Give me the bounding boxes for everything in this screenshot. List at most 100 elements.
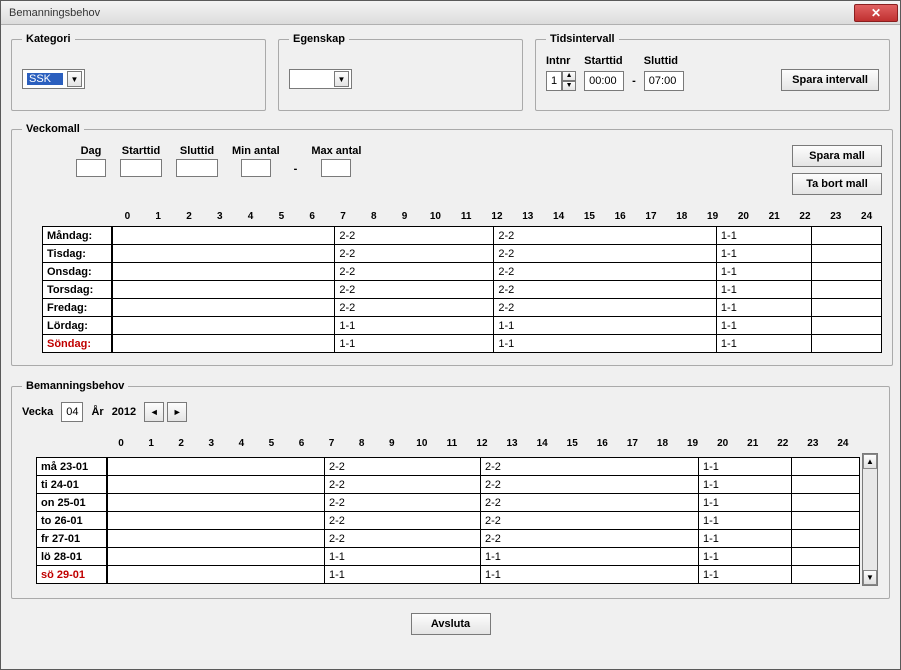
segment-cell[interactable]: 1-1 bbox=[716, 227, 811, 245]
delete-template-button[interactable]: Ta bort mall bbox=[792, 173, 882, 195]
save-template-button[interactable]: Spara mall bbox=[792, 145, 882, 167]
segment-cell[interactable]: 1-1 bbox=[716, 335, 811, 353]
segment-cell[interactable] bbox=[812, 281, 882, 299]
segment-cell[interactable] bbox=[112, 263, 334, 281]
sluttid-field[interactable]: 07:00 bbox=[644, 71, 684, 91]
segment-cell[interactable] bbox=[792, 476, 860, 494]
starttid-field[interactable]: 00:00 bbox=[584, 71, 624, 91]
segment-cell[interactable]: 1-1 bbox=[716, 281, 811, 299]
segment-cell[interactable]: 1-1 bbox=[325, 548, 481, 566]
table-row[interactable]: Lördag:1-11-11-1 bbox=[43, 317, 882, 335]
table-row[interactable]: on 25-012-22-21-1 bbox=[37, 494, 860, 512]
spinner-up-icon[interactable]: ▲ bbox=[562, 71, 576, 81]
segment-cell[interactable]: 1-1 bbox=[699, 494, 792, 512]
table-row[interactable]: ti 24-012-22-21-1 bbox=[37, 476, 860, 494]
table-row[interactable]: Torsdag:2-22-21-1 bbox=[43, 281, 882, 299]
table-row[interactable]: Fredag:2-22-21-1 bbox=[43, 299, 882, 317]
segment-cell[interactable]: 1-1 bbox=[699, 476, 792, 494]
egenskap-select[interactable]: ▼ bbox=[289, 69, 352, 89]
bemann-table[interactable]: må 23-012-22-21-1ti 24-012-22-21-1on 25-… bbox=[36, 457, 860, 584]
segment-cell[interactable]: 1-1 bbox=[716, 245, 811, 263]
segment-cell[interactable]: 2-2 bbox=[325, 494, 481, 512]
spinner-down-icon[interactable]: ▼ bbox=[562, 81, 576, 91]
segment-cell[interactable] bbox=[112, 299, 334, 317]
col-max-field[interactable] bbox=[321, 159, 351, 177]
segment-cell[interactable]: 1-1 bbox=[481, 548, 699, 566]
segment-cell[interactable]: 1-1 bbox=[325, 566, 481, 584]
segment-cell[interactable]: 2-2 bbox=[335, 263, 494, 281]
close-button[interactable]: ✕ bbox=[854, 4, 898, 22]
segment-cell[interactable] bbox=[812, 317, 882, 335]
table-row[interactable]: Tisdag:2-22-21-1 bbox=[43, 245, 882, 263]
segment-cell[interactable]: 1-1 bbox=[335, 317, 494, 335]
segment-cell[interactable] bbox=[112, 245, 334, 263]
segment-cell[interactable] bbox=[812, 299, 882, 317]
segment-cell[interactable] bbox=[792, 530, 860, 548]
col-sluttid-field[interactable] bbox=[176, 159, 218, 177]
segment-cell[interactable]: 1-1 bbox=[716, 299, 811, 317]
segment-cell[interactable] bbox=[792, 512, 860, 530]
segment-cell[interactable]: 2-2 bbox=[325, 476, 481, 494]
veckomall-table[interactable]: Måndag:2-22-21-1Tisdag:2-22-21-1Onsdag:2… bbox=[42, 226, 882, 353]
segment-cell[interactable]: 1-1 bbox=[699, 512, 792, 530]
segment-cell[interactable]: 2-2 bbox=[335, 245, 494, 263]
table-row[interactable]: fr 27-012-22-21-1 bbox=[37, 530, 860, 548]
segment-cell[interactable]: 2-2 bbox=[494, 299, 717, 317]
vecka-field[interactable]: 04 bbox=[61, 402, 83, 422]
close-dialog-button[interactable]: Avsluta bbox=[411, 613, 491, 635]
segment-cell[interactable]: 1-1 bbox=[494, 317, 717, 335]
segment-cell[interactable]: 1-1 bbox=[699, 458, 792, 476]
week-next-button[interactable]: ► bbox=[167, 402, 187, 422]
segment-cell[interactable] bbox=[112, 227, 334, 245]
segment-cell[interactable]: 2-2 bbox=[481, 476, 699, 494]
table-row[interactable]: Onsdag:2-22-21-1 bbox=[43, 263, 882, 281]
segment-cell[interactable] bbox=[812, 335, 882, 353]
segment-cell[interactable] bbox=[107, 512, 325, 530]
segment-cell[interactable]: 1-1 bbox=[699, 530, 792, 548]
segment-cell[interactable]: 1-1 bbox=[494, 335, 717, 353]
segment-cell[interactable] bbox=[792, 548, 860, 566]
segment-cell[interactable] bbox=[112, 317, 334, 335]
scroll-down-icon[interactable]: ▼ bbox=[863, 570, 877, 585]
segment-cell[interactable] bbox=[812, 227, 882, 245]
col-dag-field[interactable] bbox=[76, 159, 106, 177]
intnr-spinner[interactable]: ▲ ▼ bbox=[562, 71, 576, 91]
segment-cell[interactable] bbox=[112, 335, 334, 353]
segment-cell[interactable] bbox=[107, 476, 325, 494]
intnr-field[interactable]: 1 bbox=[546, 71, 562, 91]
segment-cell[interactable]: 2-2 bbox=[325, 458, 481, 476]
segment-cell[interactable]: 2-2 bbox=[481, 530, 699, 548]
week-prev-button[interactable]: ◄ bbox=[144, 402, 164, 422]
segment-cell[interactable]: 2-2 bbox=[494, 227, 717, 245]
segment-cell[interactable]: 2-2 bbox=[325, 512, 481, 530]
segment-cell[interactable]: 1-1 bbox=[716, 263, 811, 281]
vertical-scrollbar[interactable]: ▲ ▼ bbox=[862, 453, 878, 586]
segment-cell[interactable]: 1-1 bbox=[699, 548, 792, 566]
segment-cell[interactable]: 1-1 bbox=[716, 317, 811, 335]
segment-cell[interactable]: 2-2 bbox=[494, 281, 717, 299]
segment-cell[interactable] bbox=[107, 530, 325, 548]
segment-cell[interactable] bbox=[107, 458, 325, 476]
table-row[interactable]: må 23-012-22-21-1 bbox=[37, 458, 860, 476]
segment-cell[interactable]: 1-1 bbox=[481, 566, 699, 584]
segment-cell[interactable]: 2-2 bbox=[494, 245, 717, 263]
segment-cell[interactable] bbox=[812, 263, 882, 281]
segment-cell[interactable] bbox=[112, 281, 334, 299]
table-row[interactable]: Måndag:2-22-21-1 bbox=[43, 227, 882, 245]
segment-cell[interactable] bbox=[792, 458, 860, 476]
segment-cell[interactable]: 2-2 bbox=[335, 227, 494, 245]
segment-cell[interactable]: 2-2 bbox=[335, 281, 494, 299]
col-starttid-field[interactable] bbox=[120, 159, 162, 177]
kategori-select[interactable]: SSK ▼ bbox=[22, 69, 85, 89]
table-row[interactable]: lö 28-011-11-11-1 bbox=[37, 548, 860, 566]
segment-cell[interactable] bbox=[107, 548, 325, 566]
save-interval-button[interactable]: Spara intervall bbox=[781, 69, 879, 91]
table-row[interactable]: sö 29-011-11-11-1 bbox=[37, 566, 860, 584]
col-min-field[interactable] bbox=[241, 159, 271, 177]
segment-cell[interactable]: 1-1 bbox=[335, 335, 494, 353]
segment-cell[interactable]: 2-2 bbox=[481, 494, 699, 512]
segment-cell[interactable]: 2-2 bbox=[335, 299, 494, 317]
segment-cell[interactable] bbox=[107, 494, 325, 512]
segment-cell[interactable] bbox=[792, 566, 860, 584]
segment-cell[interactable] bbox=[792, 494, 860, 512]
